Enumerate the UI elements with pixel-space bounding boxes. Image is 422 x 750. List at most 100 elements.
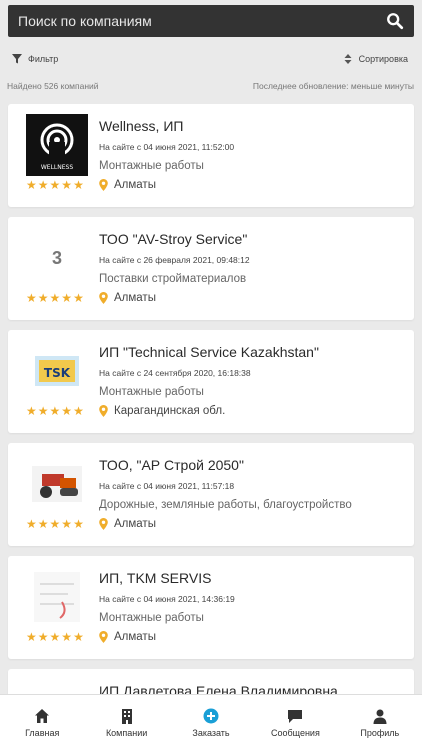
- star-icon: ★: [26, 291, 37, 305]
- filter-icon: [12, 54, 22, 64]
- svg-text:TSK: TSK: [44, 366, 71, 380]
- home-icon: [35, 708, 50, 723]
- map-pin-icon: [99, 631, 108, 643]
- rating-stars: ★ ★ ★ ★ ★: [26, 179, 84, 191]
- company-title[interactable]: ТОО "AV-Stroy Service": [99, 231, 247, 247]
- filter-label: Фильтр: [28, 54, 59, 64]
- map-pin-icon: [99, 518, 108, 530]
- sort-button[interactable]: Сортировка: [343, 54, 408, 64]
- rating-stars: ★ ★ ★ ★ ★: [26, 518, 84, 530]
- location-label: Алматы: [114, 179, 156, 191]
- company-date: На сайте с 24 сентября 2020, 16:18:38: [99, 368, 251, 378]
- star-icon: ★: [61, 404, 73, 418]
- location-label: Алматы: [114, 518, 156, 530]
- company-location: Алматы: [99, 631, 156, 643]
- sort-icon: [344, 54, 352, 64]
- company-logo: [26, 566, 88, 628]
- company-category: Монтажные работы: [99, 386, 204, 398]
- star-icon: ★: [49, 178, 61, 192]
- building-icon: [121, 708, 132, 724]
- star-icon: ★: [26, 178, 37, 192]
- company-logo: WELLNESS: [26, 114, 88, 176]
- map-pin-icon: [99, 405, 108, 417]
- plus-circle-icon: [203, 708, 219, 723]
- company-logo: 3: [51, 247, 62, 268]
- company-card[interactable]: ★ ★ ★ ★ ★ ИП, TKM SERVIS На сайте с 04 июня …: [8, 556, 414, 659]
- star-icon: ★: [61, 630, 73, 644]
- nav-home[interactable]: Главная: [0, 695, 84, 750]
- star-icon: ★: [26, 630, 37, 644]
- star-icon: ★: [49, 517, 61, 531]
- star-icon: ★: [61, 291, 73, 305]
- nav-label: Компании: [105, 727, 148, 738]
- company-card[interactable]: TSK ★ ★ ★ ★ ★ ИП "Technical Service Kazakhst…: [8, 330, 414, 433]
- user-icon: [373, 709, 387, 724]
- filter-button[interactable]: Фильтр: [12, 54, 58, 64]
- location-label: Карагандинская обл.: [114, 405, 226, 417]
- toolbar: Фильтр Сортировка: [12, 52, 408, 66]
- star-icon: ★: [73, 404, 84, 418]
- company-card[interactable]: 3 ★ ★ ★ ★ ★ ТОО "AV-Stroy Service" На сайте …: [8, 217, 414, 320]
- nav-label: Заказать: [192, 727, 230, 738]
- company-category: Монтажные работы: [99, 612, 204, 624]
- star-icon: ★: [37, 630, 49, 644]
- nav-order[interactable]: Заказать: [169, 695, 253, 750]
- location-label: Алматы: [114, 631, 156, 643]
- bottom-nav: Главная Компании Заказать Сообщения Проф…: [0, 694, 422, 750]
- star-icon: ★: [37, 291, 49, 305]
- company-date: На сайте с 04 июня 2021, 11:52:00: [99, 142, 235, 152]
- company-date: На сайте с 04 июня 2021, 11:57:18: [99, 481, 235, 491]
- sort-label: Сортировка: [358, 54, 408, 64]
- star-icon: ★: [49, 630, 61, 644]
- map-pin-icon: [99, 292, 108, 304]
- nav-label: Сообщения: [270, 727, 320, 738]
- company-card[interactable]: ★ ★ ★ ★ ★ ТОО, "АР Строй 2050" На сайте с 04…: [8, 443, 414, 546]
- company-location: Алматы: [99, 292, 156, 304]
- star-icon: ★: [61, 178, 73, 192]
- star-icon: ★: [37, 404, 49, 418]
- nav-companies[interactable]: Компании: [84, 695, 168, 750]
- star-icon: ★: [73, 630, 84, 644]
- star-icon: ★: [61, 517, 73, 531]
- rating-stars: ★ ★ ★ ★ ★: [26, 292, 84, 304]
- star-icon: ★: [37, 178, 49, 192]
- company-date: На сайте с 04 июня 2021, 14:36:19: [99, 594, 235, 604]
- company-title[interactable]: Wellness, ИП: [99, 118, 183, 134]
- last-update: Последнее обновление: меньше минуты: [252, 81, 414, 91]
- company-logo: TSK: [26, 340, 88, 402]
- rating-stars: ★ ★ ★ ★ ★: [26, 631, 84, 643]
- results-info: Найдено 526 компаний Последнее обновлени…: [7, 81, 414, 91]
- search-input[interactable]: Поиск по компаниям: [18, 13, 386, 29]
- star-icon: ★: [73, 291, 84, 305]
- nav-label: Главная: [25, 727, 60, 738]
- company-category: Поставки стройматериалов: [99, 273, 247, 285]
- company-title[interactable]: ИП "Technical Service Kazakhstan": [99, 344, 319, 360]
- company-category: Монтажные работы: [99, 160, 204, 172]
- message-icon: [288, 709, 303, 723]
- star-icon: ★: [49, 404, 61, 418]
- map-pin-icon: [99, 179, 108, 191]
- company-category: Дорожные, земляные работы, благоустройст…: [99, 499, 352, 511]
- search-bar[interactable]: Поиск по компаниям: [8, 5, 414, 37]
- company-location: Карагандинская обл.: [99, 405, 225, 417]
- company-location: Алматы: [99, 179, 156, 191]
- company-title[interactable]: ИП, TKM SERVIS: [99, 570, 211, 586]
- company-logo: [26, 453, 88, 515]
- search-icon[interactable]: [386, 12, 404, 30]
- company-title[interactable]: ТОО, "АР Строй 2050": [99, 457, 244, 473]
- location-label: Алматы: [114, 292, 156, 304]
- star-icon: ★: [73, 178, 84, 192]
- star-icon: ★: [73, 517, 84, 531]
- nav-profile[interactable]: Профиль: [338, 695, 422, 750]
- star-icon: ★: [49, 291, 61, 305]
- star-icon: ★: [26, 517, 37, 531]
- company-card[interactable]: WELLNESS ★ ★ ★ ★ ★ Wellness, ИП На сайте с 0…: [8, 104, 414, 207]
- svg-text:WELLNESS: WELLNESS: [41, 164, 73, 171]
- nav-label: Профиль: [360, 727, 400, 738]
- star-icon: ★: [37, 517, 49, 531]
- nav-messages[interactable]: Сообщения: [253, 695, 337, 750]
- company-location: Алматы: [99, 518, 156, 530]
- results-count: Найдено 526 компаний: [7, 81, 99, 91]
- company-date: На сайте с 26 февраля 2021, 09:48:12: [99, 255, 250, 265]
- star-icon: ★: [26, 404, 37, 418]
